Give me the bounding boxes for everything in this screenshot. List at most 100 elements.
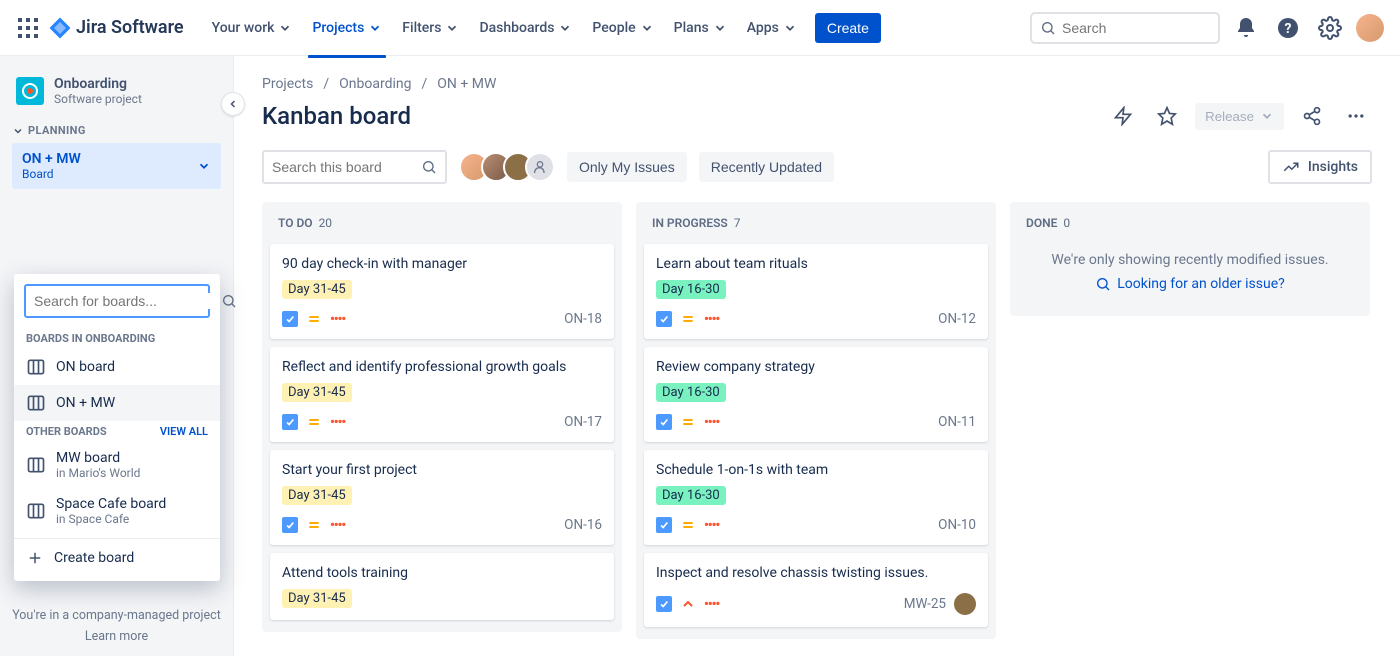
- priority-icon: [680, 311, 696, 327]
- breadcrumb-item[interactable]: Onboarding: [339, 76, 411, 92]
- project-name: Onboarding: [54, 76, 142, 92]
- issue-key: ON-11: [938, 414, 976, 430]
- board-picker-item[interactable]: ON + MW: [14, 385, 220, 421]
- issue-type-icon: [282, 517, 298, 533]
- assignee-avatars: [459, 152, 555, 182]
- sidebar-collapse-button[interactable]: [221, 92, 245, 116]
- app-switcher-icon[interactable]: [16, 16, 40, 40]
- issue-type-icon: [282, 414, 298, 430]
- nav-item-plans[interactable]: Plans: [666, 14, 735, 42]
- chevron-down-icon: [368, 21, 382, 35]
- card-title: 90 day check-in with manager: [282, 256, 602, 272]
- chevron-down-icon: [197, 159, 211, 173]
- learn-more-link[interactable]: Learn more: [0, 629, 233, 644]
- help-icon[interactable]: ?: [1272, 12, 1304, 44]
- issue-card[interactable]: Attend tools trainingDay 31-45: [270, 553, 614, 620]
- more-icon[interactable]: [1340, 100, 1372, 132]
- board-picker-search-input[interactable]: [34, 293, 215, 309]
- issue-card[interactable]: 90 day check-in with managerDay 31-45•••…: [270, 244, 614, 339]
- board-search-input[interactable]: [262, 150, 447, 184]
- create-button[interactable]: Create: [815, 13, 881, 43]
- issue-key: MW-25: [904, 596, 946, 612]
- nav-item-your-work[interactable]: Your work: [204, 14, 301, 42]
- board-search-field[interactable]: [272, 159, 415, 175]
- card-label: Day 16-30: [656, 486, 726, 505]
- share-icon[interactable]: [1296, 100, 1328, 132]
- board-column: IN PROGRESS7 Learn about team ritualsDay …: [636, 202, 996, 639]
- nav-item-filters[interactable]: Filters: [394, 14, 467, 42]
- card-title: Schedule 1-on-1s with team: [656, 462, 976, 478]
- board-selector-sub: Board: [22, 167, 197, 181]
- issue-card[interactable]: Learn about team ritualsDay 16-30••••ON-…: [644, 244, 988, 339]
- settings-icon[interactable]: [1314, 12, 1346, 44]
- issue-key: ON-12: [938, 311, 976, 327]
- board-picker-search[interactable]: [24, 284, 210, 318]
- column-header: IN PROGRESS7: [636, 202, 996, 236]
- release-button[interactable]: Release: [1195, 103, 1284, 130]
- issue-card[interactable]: Inspect and resolve chassis twisting iss…: [644, 553, 988, 627]
- board-selector[interactable]: ON + MW Board: [12, 143, 221, 189]
- top-nav: Jira Software Your workProjectsFiltersDa…: [0, 0, 1400, 56]
- older-issue-link[interactable]: Looking for an older issue?: [1095, 276, 1285, 292]
- priority-icon: [306, 414, 322, 430]
- issue-card[interactable]: Reflect and identify professional growth…: [270, 347, 614, 442]
- board-column: DONE0We're only showing recently modifie…: [1010, 202, 1370, 316]
- add-people-button[interactable]: [525, 152, 555, 182]
- nav-item-projects[interactable]: Projects: [304, 14, 390, 42]
- assignee-avatar[interactable]: [954, 593, 976, 615]
- jira-logo-icon: [48, 16, 72, 40]
- project-header[interactable]: Onboarding Software project: [12, 76, 221, 106]
- chevron-down-icon: [1260, 109, 1274, 123]
- issue-card[interactable]: Schedule 1-on-1s with teamDay 16-30••••O…: [644, 450, 988, 545]
- board-picker-item[interactable]: Space Cafe boardin Space Cafe: [14, 488, 220, 534]
- search-icon: [1040, 20, 1056, 36]
- column-header: DONE0: [1010, 202, 1370, 236]
- nav-item-people[interactable]: People: [584, 14, 661, 42]
- search-icon: [421, 159, 437, 175]
- card-title: Attend tools training: [282, 565, 602, 581]
- user-avatar[interactable]: [1356, 14, 1384, 42]
- board-icon: [26, 501, 46, 521]
- board-picker-group-header: BOARDS IN ONBOARDING: [14, 328, 220, 349]
- priority-icon: [680, 517, 696, 533]
- nav-items: Your workProjectsFiltersDashboardsPeople…: [204, 14, 805, 42]
- filter-only-my-issues[interactable]: Only My Issues: [567, 152, 687, 182]
- status-dots: ••••: [704, 415, 719, 430]
- breadcrumb-item[interactable]: Projects: [262, 76, 313, 92]
- automation-icon[interactable]: [1107, 100, 1139, 132]
- global-search-input[interactable]: [1030, 12, 1220, 44]
- global-search-field[interactable]: [1062, 20, 1210, 36]
- nav-item-apps[interactable]: Apps: [739, 14, 805, 42]
- issue-card[interactable]: Review company strategy Day 16-30 •••• ON-1…: [644, 347, 988, 442]
- notifications-icon[interactable]: [1230, 12, 1262, 44]
- view-all-link[interactable]: VIEW ALL: [160, 425, 208, 438]
- status-dots: ••••: [330, 415, 345, 430]
- issue-card[interactable]: Start your first projectDay 31-45••••ON-…: [270, 450, 614, 545]
- insights-button[interactable]: Insights: [1268, 150, 1372, 184]
- chevron-down-icon: [445, 21, 459, 35]
- search-icon: [221, 293, 237, 309]
- status-dots: ••••: [330, 518, 345, 533]
- priority-icon: [306, 517, 322, 533]
- card-label: Day 16-30: [656, 280, 726, 299]
- nav-item-dashboards[interactable]: Dashboards: [471, 14, 580, 42]
- card-label: Day 31-45: [282, 383, 352, 402]
- status-dots: ••••: [704, 518, 719, 533]
- graph-icon: [1282, 158, 1300, 176]
- project-avatar: [16, 77, 44, 105]
- card-label: Day 16-30: [656, 383, 726, 402]
- card-title: Reflect and identify professional growth…: [282, 359, 602, 375]
- sidebar-section-header[interactable]: PLANNING: [12, 124, 221, 137]
- filter-recently-updated[interactable]: Recently Updated: [699, 152, 834, 182]
- star-icon[interactable]: [1151, 100, 1183, 132]
- card-title: Review company strategy: [656, 359, 976, 375]
- chevron-down-icon: [640, 21, 654, 35]
- priority-icon: [680, 414, 696, 430]
- board-picker-item[interactable]: MW boardin Mario's World: [14, 442, 220, 488]
- product-logo[interactable]: Jira Software: [48, 16, 184, 40]
- create-board-button[interactable]: Create board: [14, 538, 220, 577]
- board-picker-item[interactable]: ON board: [14, 349, 220, 385]
- priority-icon: [306, 311, 322, 327]
- board-icon: [26, 455, 46, 475]
- breadcrumb-item[interactable]: ON + MW: [437, 76, 496, 92]
